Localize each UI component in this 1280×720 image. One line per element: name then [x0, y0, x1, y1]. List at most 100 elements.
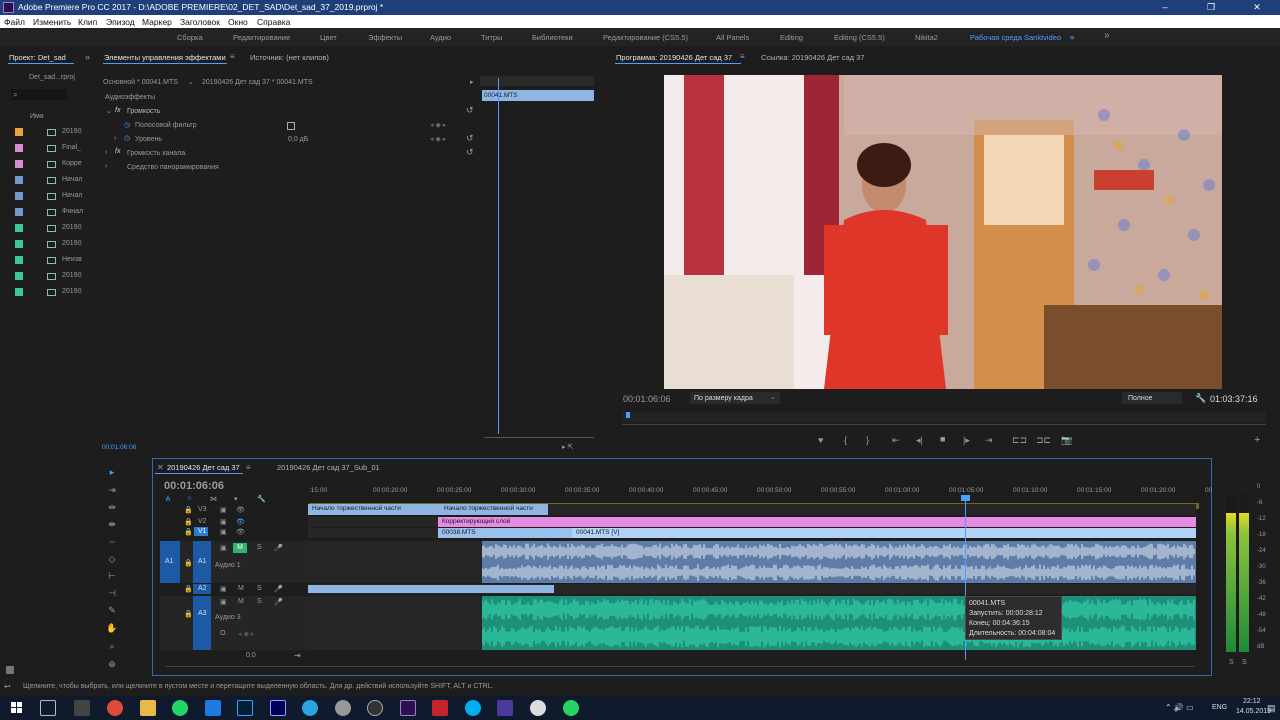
workspace-tab[interactable]: All Panels	[716, 33, 749, 42]
selection-tool-icon[interactable]: ▸	[106, 466, 118, 478]
skype-icon[interactable]	[465, 700, 481, 716]
mute-button[interactable]: M	[238, 585, 244, 592]
toggle-sync-icon[interactable]: ▣	[220, 528, 227, 536]
play-triangle-icon[interactable]: ▸	[470, 78, 474, 86]
minimize-button[interactable]: –	[1142, 0, 1188, 15]
solo-button[interactable]: S	[257, 544, 262, 551]
program-scrubber[interactable]	[622, 412, 1266, 422]
label-color-swatch[interactable]	[15, 224, 23, 232]
track-lane-a2[interactable]	[308, 584, 1196, 594]
workspace-tab[interactable]: Библиотеки	[532, 33, 573, 42]
column-name-header[interactable]: Имя	[30, 113, 44, 120]
stopwatch-icon[interactable]: ◷	[124, 134, 130, 142]
track-lane-a1[interactable]	[308, 541, 1196, 583]
panel-menu-icon[interactable]: ≡	[230, 52, 235, 61]
after-effects-icon[interactable]	[270, 700, 286, 716]
effects-timecode[interactable]: 00:01:06:06	[102, 444, 136, 451]
label-color-swatch[interactable]	[15, 192, 23, 200]
workspace-more-button[interactable]: »	[1104, 30, 1110, 41]
label-color-swatch[interactable]	[15, 128, 23, 136]
slide-icon[interactable]: ⊣	[106, 587, 118, 599]
slip-icon[interactable]: ⊢	[106, 570, 118, 582]
panel-menu-icon[interactable]: ≡	[740, 52, 745, 61]
tray-icons[interactable]: ⌃ 🔊 ▭	[1165, 703, 1194, 712]
lift-icon[interactable]: ⊏⊐	[1012, 435, 1027, 446]
mute-button[interactable]: M	[238, 598, 244, 605]
extract-icon[interactable]: ⊐⊏	[1036, 435, 1051, 446]
label-color-swatch[interactable]	[15, 272, 23, 280]
solo-button[interactable]: S	[257, 585, 262, 592]
mark-out-icon[interactable]: }	[866, 435, 869, 445]
label-color-swatch[interactable]	[15, 208, 23, 216]
go-to-out-icon[interactable]: ⇥	[985, 435, 993, 446]
project-item[interactable]: 20190	[5, 270, 97, 284]
add-button-icon[interactable]: +	[1254, 434, 1260, 446]
keyboard-language[interactable]: ENG	[1212, 704, 1227, 711]
video-clip[interactable]: 00041.MTS [V]	[572, 528, 1196, 538]
linked-selection-icon[interactable]: ⋈	[210, 495, 217, 503]
menu-sequence[interactable]: Эпизод	[106, 17, 135, 27]
go-to-in-icon[interactable]: ⇤	[892, 435, 900, 446]
project-item[interactable]: 20190	[5, 286, 97, 300]
track-lane-v1[interactable]: 00038.MTS 00041.MTS [V]	[308, 528, 1196, 538]
label-color-swatch[interactable]	[15, 240, 23, 248]
reset-icon[interactable]: ↺	[466, 147, 474, 158]
track-lane-v2[interactable]: Корректирующий слой	[308, 517, 1196, 527]
zoom-icon[interactable]: ⊕	[106, 658, 118, 670]
mini-zoom-bar[interactable]	[484, 437, 594, 438]
list-view-icon[interactable]	[6, 666, 14, 674]
nest-icon[interactable]: ⋔	[165, 495, 171, 503]
stopwatch-icon[interactable]: ◷	[124, 121, 130, 129]
program-tab[interactable]: Программа: 20190426 Дет сад 37	[616, 53, 732, 62]
timeline-timecode[interactable]: 00:01:06:06	[164, 480, 224, 492]
timeline-settings-icon[interactable]: 🔧	[257, 495, 266, 503]
adjustment-layer-clip[interactable]: Корректирующий слой	[438, 517, 1196, 527]
keyframe-nav-icon[interactable]: ◂ ◆ ▸	[430, 121, 446, 129]
zoom-scrollbar[interactable]	[622, 424, 1266, 425]
project-item[interactable]: 20190	[5, 222, 97, 236]
keyframe-nav-icon[interactable]: ◂ ◆ ▸	[430, 135, 446, 143]
sequence-clip-label[interactable]: 20190426 Дет сад 37 * 00041.MTS	[202, 79, 313, 86]
channel-volume-label[interactable]: Громкость канала	[127, 150, 185, 157]
close-button[interactable]: ✕	[1234, 0, 1280, 15]
eye-icon[interactable]: 👁	[236, 518, 245, 526]
voiceover-icon[interactable]: 🎤	[274, 544, 283, 552]
menu-file[interactable]: Файл	[4, 17, 25, 27]
solo-left-button[interactable]: S	[1229, 659, 1234, 666]
sequence-tab[interactable]: 20190426 Дет сад 37	[167, 463, 240, 472]
audio-clip-waveform-a1[interactable]	[482, 541, 1196, 583]
label-color-swatch[interactable]	[15, 288, 23, 296]
workspace-tab[interactable]: Editing (CS5.5)	[834, 33, 885, 42]
label-color-swatch[interactable]	[15, 144, 23, 152]
audio-clip[interactable]	[308, 585, 554, 593]
level-value[interactable]: 0,0 дБ	[288, 136, 308, 143]
eye-icon[interactable]: 👁	[236, 506, 245, 514]
master-clip-label[interactable]: Основной * 00041.MTS	[103, 79, 178, 86]
step-back-icon[interactable]: ◂|	[916, 435, 923, 446]
app-icon[interactable]	[335, 700, 351, 716]
voiceover-icon[interactable]: 🎤	[274, 585, 283, 593]
title-clip[interactable]: Начало торжественной части	[308, 504, 444, 515]
project-item[interactable]: 20190	[5, 126, 97, 140]
fx-icon[interactable]: fx	[115, 107, 120, 114]
track-lane-v3[interactable]: Начало торжественной части Начало торжес…	[308, 504, 1196, 515]
effect-controls-tab[interactable]: Элементы управления эффектами	[104, 53, 226, 62]
project-item[interactable]: 20190	[5, 238, 97, 252]
app-icon[interactable]	[497, 700, 513, 716]
edge-icon[interactable]	[205, 700, 221, 716]
razor-icon[interactable]: ◇	[106, 553, 118, 565]
project-tab[interactable]: Проект: Det_sad	[9, 53, 66, 62]
windows-start-icon[interactable]	[11, 702, 23, 714]
label-color-swatch[interactable]	[15, 160, 23, 168]
whatsapp-icon[interactable]	[563, 700, 579, 716]
toggle-sync-icon[interactable]: ▣	[220, 598, 227, 606]
track-select-icon[interactable]: ⇥	[106, 484, 118, 496]
snap-icon[interactable]: ∩	[187, 495, 192, 502]
menu-title[interactable]: Заголовок	[180, 17, 220, 27]
project-item[interactable]: Начал	[5, 174, 97, 188]
workspace-tab[interactable]: Редактирование	[233, 33, 290, 42]
export-frame-icon[interactable]: 📷	[1061, 435, 1072, 446]
menu-window[interactable]: Окно	[228, 17, 248, 27]
menu-edit[interactable]: Изменить	[33, 17, 71, 27]
source-tab[interactable]: Источник: (нет клипов)	[250, 53, 329, 62]
